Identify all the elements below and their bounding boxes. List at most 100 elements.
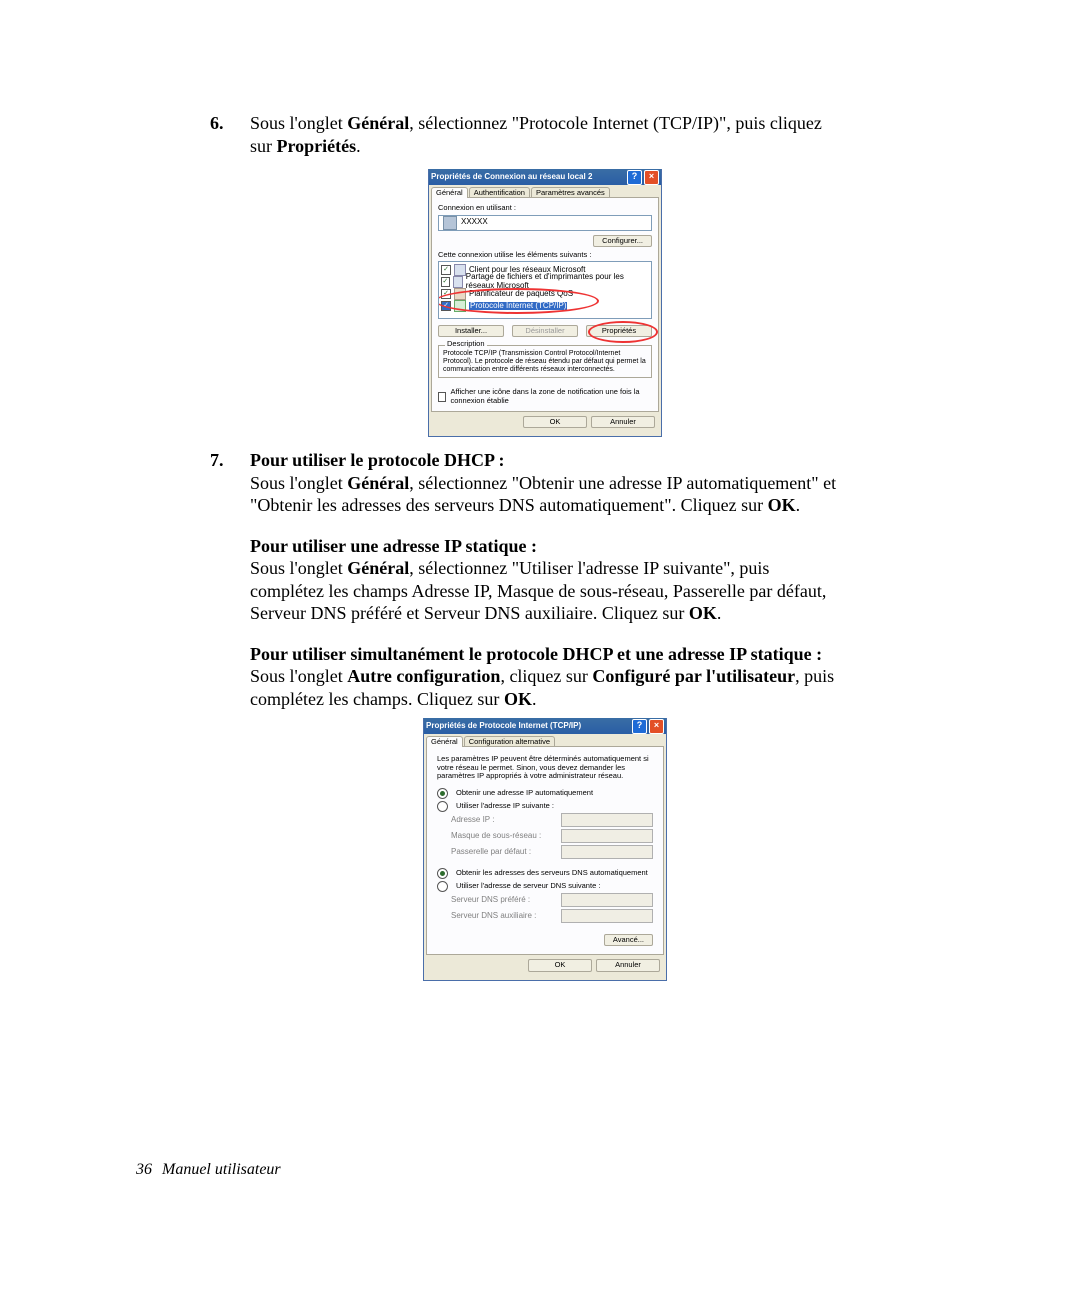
label-elements: Cette connexion utilise les éléments sui…: [438, 251, 652, 259]
step-7: 7. Pour utiliser le protocole DHCP : Sou…: [250, 449, 840, 517]
tab-general[interactable]: Général: [431, 187, 468, 198]
properties-dialog: Propriétés de Connexion au réseau local …: [428, 169, 662, 437]
section-both: Pour utiliser simultanément le protocole…: [250, 643, 840, 711]
share-icon: [453, 276, 463, 288]
label-connect: Connexion en utilisant :: [438, 204, 652, 212]
mask-field[interactable]: [561, 829, 653, 843]
text-bold: Général: [347, 473, 409, 493]
text-bold: Propriétés: [277, 136, 357, 156]
radio-label: Obtenir les adresses des serveurs DNS au…: [456, 869, 648, 877]
radio-use-ip[interactable]: Utiliser l'adresse IP suivante :: [437, 801, 653, 812]
desc-title: Description: [445, 340, 487, 348]
dns2-field[interactable]: [561, 909, 653, 923]
show-icon-label: Afficher une icône dans la zone de notif…: [450, 388, 652, 405]
step-6: 6. Sous l'onglet Général, sélectionnez "…: [250, 112, 840, 157]
elements-listbox[interactable]: ✓ Client pour les réseaux Microsoft ✓ Pa…: [438, 261, 652, 319]
radio-icon[interactable]: [437, 801, 448, 812]
text: .: [356, 136, 361, 156]
text: Sous l'onglet: [250, 666, 347, 686]
titlebar: Propriétés de Connexion au réseau local …: [429, 169, 661, 185]
text-bold: OK: [689, 603, 717, 623]
radio-icon[interactable]: [437, 868, 448, 879]
properties-button[interactable]: Propriétés: [586, 325, 652, 337]
checkbox-icon[interactable]: ✓: [441, 265, 451, 275]
document-page: 6. Sous l'onglet Général, sélectionnez "…: [0, 0, 1080, 1309]
tcpip-dialog: Propriétés de Protocole Internet (TCP/IP…: [423, 718, 667, 981]
list-item-label: Protocole Internet (TCP/IP): [469, 302, 567, 311]
list-item[interactable]: ✓ Partage de fichiers et d'imprimantes p…: [441, 276, 649, 288]
radio-auto-dns[interactable]: Obtenir les adresses des serveurs DNS au…: [437, 868, 653, 879]
checkbox-icon[interactable]: ✓: [441, 301, 451, 311]
radio-icon[interactable]: [437, 788, 448, 799]
gateway-label: Passerelle par défaut :: [451, 848, 561, 857]
text: .: [532, 689, 537, 709]
advanced-button[interactable]: Avancé...: [604, 934, 653, 946]
tab-general[interactable]: Général: [426, 736, 463, 747]
help-icon[interactable]: ?: [632, 719, 647, 734]
cancel-button[interactable]: Annuler: [596, 959, 660, 971]
text-bold: Autre configuration: [347, 666, 500, 686]
gateway-field[interactable]: [561, 845, 653, 859]
text: , cliquez sur: [500, 666, 592, 686]
text: Sous l'onglet: [250, 558, 347, 578]
figure-1: Propriétés de Connexion au réseau local …: [250, 169, 840, 437]
ok-button[interactable]: OK: [523, 416, 587, 428]
ip-label: Adresse IP :: [451, 816, 561, 825]
list-item-label: Planificateur de paquets QoS: [469, 290, 573, 299]
mask-label: Masque de sous-réseau :: [451, 832, 561, 841]
adapter-field: XXXXX: [438, 215, 652, 231]
install-button[interactable]: Installer...: [438, 325, 504, 337]
radio-icon[interactable]: [437, 881, 448, 892]
heading: Pour utiliser simultanément le protocole…: [250, 644, 822, 664]
text-bold: Configuré par l'utilisateur: [592, 666, 795, 686]
checkbox-icon[interactable]: ✓: [441, 289, 451, 299]
protocol-icon: [454, 300, 466, 312]
step-number: 6.: [210, 112, 224, 135]
text-bold: OK: [504, 689, 532, 709]
qos-icon: [454, 288, 466, 300]
footer-title: Manuel utilisateur: [162, 1161, 281, 1178]
ip-field[interactable]: [561, 813, 653, 827]
radio-use-dns[interactable]: Utiliser l'adresse de serveur DNS suivan…: [437, 881, 653, 892]
checkbox-icon[interactable]: ✓: [441, 277, 450, 287]
close-icon[interactable]: ×: [644, 170, 659, 185]
text: Sous l'onglet: [250, 473, 347, 493]
list-item-tcpip[interactable]: ✓ Protocole Internet (TCP/IP): [441, 300, 649, 312]
window-title: Propriétés de Connexion au réseau local …: [431, 173, 592, 182]
section-static: Pour utiliser une adresse IP statique : …: [250, 535, 840, 625]
figure-2: Propriétés de Protocole Internet (TCP/IP…: [250, 718, 840, 981]
heading: Pour utiliser une adresse IP statique :: [250, 536, 537, 556]
text: .: [796, 495, 801, 515]
text: .: [717, 603, 722, 623]
text-bold: OK: [768, 495, 796, 515]
dns2-label: Serveur DNS auxiliaire :: [451, 912, 561, 921]
checkbox-icon[interactable]: [438, 392, 446, 402]
step-number: 7.: [210, 449, 224, 472]
titlebar: Propriétés de Protocole Internet (TCP/IP…: [424, 718, 666, 734]
text: Sous l'onglet: [250, 113, 347, 133]
ok-button[interactable]: OK: [528, 959, 592, 971]
text-bold: Général: [347, 558, 409, 578]
page-number: 36: [136, 1161, 152, 1178]
radio-auto-ip[interactable]: Obtenir une adresse IP automatiquement: [437, 788, 653, 799]
cancel-button[interactable]: Annuler: [591, 416, 655, 428]
adapter-name: XXXXX: [461, 218, 488, 227]
dns1-field[interactable]: [561, 893, 653, 907]
client-icon: [454, 264, 466, 276]
window-title: Propriétés de Protocole Internet (TCP/IP…: [426, 722, 581, 731]
nic-icon: [443, 216, 457, 230]
intro-text: Les paramètres IP peuvent être déterminé…: [437, 755, 653, 780]
page-footer: 36 Manuel utilisateur: [136, 1161, 281, 1179]
text-bold: Général: [347, 113, 409, 133]
radio-label: Obtenir une adresse IP automatiquement: [456, 789, 593, 797]
close-icon[interactable]: ×: [649, 719, 664, 734]
desc-text: Protocole TCP/IP (Transmission Control P…: [443, 350, 647, 373]
radio-label: Utiliser l'adresse de serveur DNS suivan…: [456, 882, 600, 890]
body-text: 6. Sous l'onglet Général, sélectionnez "…: [250, 112, 840, 993]
dns1-label: Serveur DNS préféré :: [451, 896, 561, 905]
radio-label: Utiliser l'adresse IP suivante :: [456, 802, 554, 810]
heading: Pour utiliser le protocole DHCP :: [250, 450, 504, 470]
help-icon[interactable]: ?: [627, 170, 642, 185]
uninstall-button[interactable]: Désinstaller: [512, 325, 578, 337]
configure-button[interactable]: Configurer...: [593, 235, 652, 247]
